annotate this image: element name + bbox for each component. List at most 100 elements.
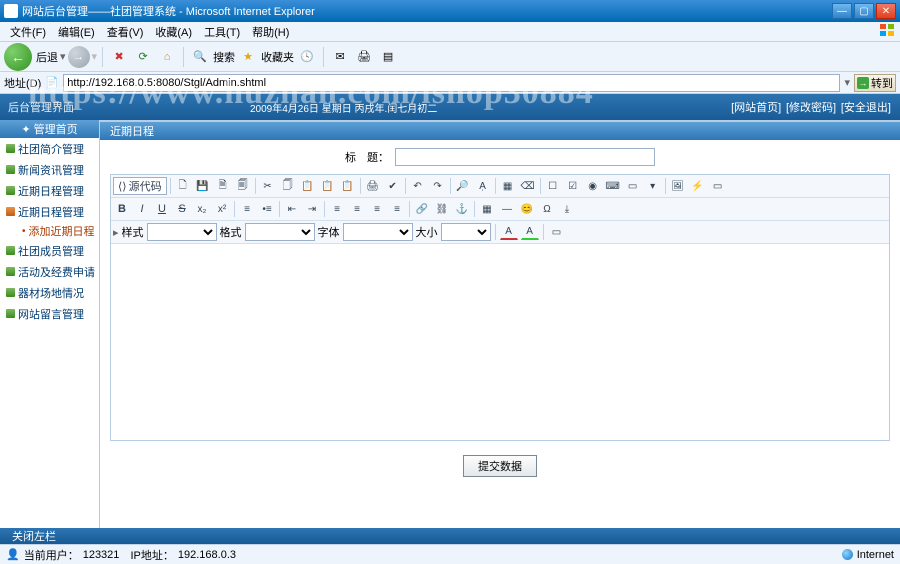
rte-radio-icon[interactable]: ◉	[584, 177, 602, 195]
rte-bold-icon[interactable]: B	[113, 200, 131, 218]
rte-smiley-icon[interactable]: 😊	[518, 200, 536, 218]
sidebar-item-schedule2[interactable]: 近期日程管理	[0, 201, 99, 222]
stop-button[interactable]: ✖	[108, 46, 130, 68]
rte-link-icon[interactable]: 🔗	[413, 200, 431, 218]
sidebar-item-members[interactable]: 社团成员管理	[0, 240, 99, 261]
rte-remove-format-icon[interactable]: ⌫	[519, 177, 537, 195]
print-button[interactable]: 🖨	[353, 46, 375, 68]
collapse-sidebar-bar[interactable]: 关闭左栏	[0, 528, 900, 544]
rte-flash-icon[interactable]: ⚡	[689, 177, 707, 195]
rte-anchor-icon[interactable]: ⚓	[453, 200, 471, 218]
rte-form-icon[interactable]: ☐	[544, 177, 562, 195]
home-button[interactable]: ⌂	[156, 46, 178, 68]
rte-sub-icon[interactable]: x₂	[193, 200, 211, 218]
mail-button[interactable]: ✉	[329, 46, 351, 68]
back-button[interactable]: ←	[4, 43, 32, 71]
rte-page-break-icon[interactable]: ⤓	[558, 200, 576, 218]
rte-outdent-icon[interactable]: ⇤	[283, 200, 301, 218]
search-label[interactable]: 搜索	[213, 49, 235, 65]
rte-text-field-icon[interactable]: ⌨	[604, 177, 622, 195]
menu-view[interactable]: 查看(V)	[101, 22, 150, 42]
rte-align-justify-icon[interactable]: ≡	[388, 200, 406, 218]
rte-strike-icon[interactable]: S	[173, 200, 191, 218]
go-button[interactable]: → 转到	[854, 74, 896, 92]
search-icon[interactable]: 🔍	[189, 46, 211, 68]
rte-about-icon[interactable]: ▭	[548, 223, 566, 241]
sidebar-item-activity[interactable]: 活动及经费申请	[0, 261, 99, 282]
rte-textarea-icon[interactable]: ▭	[624, 177, 642, 195]
rte-spell-icon[interactable]: ✔	[384, 177, 402, 195]
rte-sup-icon[interactable]: x²	[213, 200, 231, 218]
submit-button[interactable]: 提交数据	[463, 455, 537, 477]
rte-indent-icon[interactable]: ⇥	[303, 200, 321, 218]
rte-print-icon[interactable]: 🖨	[364, 177, 382, 195]
rte-bg-color-icon[interactable]: A	[521, 224, 539, 240]
rte-select-all-icon[interactable]: ▦	[499, 177, 517, 195]
sidebar-item-add-schedule[interactable]: 添加近期日程	[0, 222, 99, 240]
rte-paste-word-icon[interactable]: 📋	[339, 177, 357, 195]
sidebar-item-intro[interactable]: 社团简介管理	[0, 138, 99, 159]
rte-style-select[interactable]	[147, 223, 217, 241]
rte-ul-icon[interactable]: •≡	[258, 200, 276, 218]
rte-body[interactable]	[111, 244, 889, 440]
rte-image-icon[interactable]: 🖼	[669, 177, 687, 195]
rte-special-char-icon[interactable]: Ω	[538, 200, 556, 218]
app-banner: 后台管理界面 2009年4月26日 星期日 丙戌年.闰七月初二 [网站首页] […	[0, 94, 900, 120]
close-button[interactable]: ✕	[876, 3, 896, 19]
rte-save-icon[interactable]: 💾	[194, 177, 212, 195]
rte-underline-icon[interactable]: U	[153, 200, 171, 218]
link-logout[interactable]: [安全退出]	[841, 102, 891, 114]
rte-select-icon[interactable]: ▾	[644, 177, 662, 195]
rte-paste-icon[interactable]: 📋	[299, 177, 317, 195]
menu-help[interactable]: 帮助(H)	[246, 22, 295, 42]
sidebar-item-news[interactable]: 新闻资讯管理	[0, 159, 99, 180]
forward-button[interactable]: →	[68, 46, 90, 68]
rte-size-select[interactable]	[441, 223, 491, 241]
sidebar-item-guestbook[interactable]: 网站留言管理	[0, 303, 99, 324]
rte-find-icon[interactable]: 🔎	[454, 177, 472, 195]
refresh-button[interactable]: ⟳	[132, 46, 154, 68]
sidebar-header[interactable]: ✦ 管理首页	[0, 120, 99, 138]
maximize-button[interactable]: ▢	[854, 3, 874, 19]
sidebar-item-equipment[interactable]: 器材场地情况	[0, 282, 99, 303]
rte-copy-icon[interactable]: 🗍	[279, 177, 297, 195]
rte-hr-icon[interactable]: —	[498, 200, 516, 218]
rte-text-color-icon[interactable]: A	[500, 224, 518, 240]
link-change-password[interactable]: [修改密码]	[786, 102, 836, 114]
rte-redo-icon[interactable]: ↷	[429, 177, 447, 195]
menu-edit[interactable]: 编辑(E)	[52, 22, 101, 42]
rte-italic-icon[interactable]: I	[133, 200, 151, 218]
rte-font-select[interactable]	[343, 223, 413, 241]
history-button[interactable]: 🕓	[296, 46, 318, 68]
rte-replace-icon[interactable]: Ạ	[474, 177, 492, 195]
minimize-button[interactable]: —	[832, 3, 852, 19]
rte-new-icon[interactable]: 🗋	[174, 177, 192, 195]
title-input[interactable]	[395, 148, 655, 166]
address-label: 地址(D)	[4, 75, 41, 91]
menu-favorites[interactable]: 收藏(A)	[149, 22, 198, 42]
rte-button-icon[interactable]: ▭	[709, 177, 727, 195]
rte-ol-icon[interactable]: ≡	[238, 200, 256, 218]
edit-button[interactable]: ▤	[377, 46, 399, 68]
rte-align-center-icon[interactable]: ≡	[348, 200, 366, 218]
rte-source-button[interactable]: ⟨⟩源代码	[113, 177, 167, 195]
rte-checkbox-icon[interactable]: ☑	[564, 177, 582, 195]
title-label: 标 题：	[345, 149, 389, 165]
sidebar-item-schedule1[interactable]: 近期日程管理	[0, 180, 99, 201]
rte-format-select[interactable]	[245, 223, 315, 241]
favorites-label[interactable]: 收藏夹	[261, 49, 294, 65]
favorites-icon[interactable]: ★	[237, 46, 259, 68]
menu-file[interactable]: 文件(F)	[4, 22, 52, 42]
rte-undo-icon[interactable]: ↶	[409, 177, 427, 195]
menu-tools[interactable]: 工具(T)	[198, 22, 246, 42]
rte-unlink-icon[interactable]: ⛓	[433, 200, 451, 218]
rte-cut-icon[interactable]: ✂	[259, 177, 277, 195]
rte-table-icon[interactable]: ▦	[478, 200, 496, 218]
rte-paste-text-icon[interactable]: 📋	[319, 177, 337, 195]
rte-page-icon[interactable]: 🗎	[214, 177, 232, 195]
rte-align-right-icon[interactable]: ≡	[368, 200, 386, 218]
rte-template-icon[interactable]: 🗐	[234, 177, 252, 195]
rte-align-left-icon[interactable]: ≡	[328, 200, 346, 218]
link-home[interactable]: [网站首页]	[731, 102, 781, 114]
address-input[interactable]	[63, 74, 840, 92]
